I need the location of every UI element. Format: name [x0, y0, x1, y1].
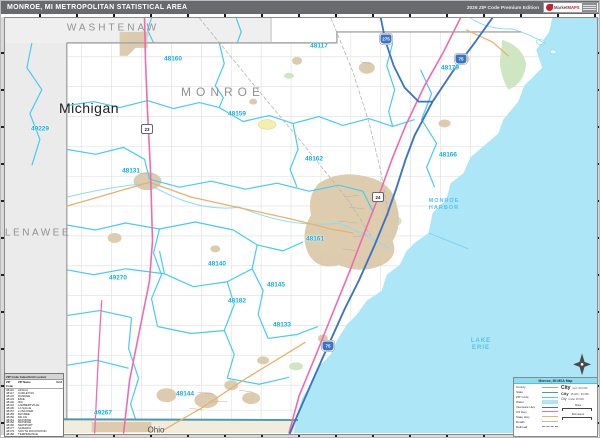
airport-area [257, 119, 277, 130]
roads-line-swatch [542, 421, 558, 423]
brand-name-primary: Market [554, 4, 568, 10]
brand-logo-icon [546, 4, 553, 11]
map-sheet: MONROE, MI METROPOLITAN STATISTICAL AREA… [0, 0, 600, 438]
zip-index-row: 49267OTTAWA LAKE [6, 436, 14, 437]
zip-index-col-code: ZIP Code [6, 380, 13, 388]
scale-bar-miles: Miles [561, 404, 595, 412]
map-canvas [4, 17, 598, 435]
us-hwy-line-swatch [542, 411, 558, 413]
scale-bar-kilometers: Kilometers [561, 413, 595, 421]
legend-panel: Monroe, MI MSA Map County State ZIP Code… [513, 377, 598, 437]
map-title: MONROE, MI METROPOLITAN STATISTICAL AREA [7, 4, 188, 11]
legend-item-rail: Railroad [516, 424, 558, 429]
shield-i75-north: 75 [454, 53, 468, 65]
state-line-swatch [542, 391, 558, 393]
header-bar: MONROE, MI METROPOLITAN STATISTICAL AREA… [1, 1, 599, 14]
county-line-swatch [542, 386, 558, 388]
state-hwy-line-swatch [542, 416, 558, 418]
brand-name-secondary: MAPS [567, 4, 580, 10]
shield-us24: 24 [372, 192, 384, 202]
water-swatch [542, 400, 558, 404]
zip-index-panel: ZIP Code Index/Grid Locator ZIP Code ZIP… [4, 373, 64, 437]
shield-us23: 23 [141, 124, 153, 134]
railroad-line-swatch [542, 426, 558, 428]
zip-line-swatch [542, 396, 558, 398]
shield-i275: 275 [379, 33, 393, 45]
interstate-line-swatch [542, 406, 558, 408]
edition-label: 2026 ZIP Code Premium Edition [466, 5, 539, 11]
zip-index-col-grid: Grid [56, 380, 62, 384]
shield-i75-south: 75 [321, 340, 335, 352]
brand-logo: MarketMAPS [543, 2, 599, 13]
legend-city-small: City under 25,000 [561, 397, 584, 401]
legend-city-samples: City over 100,000 City 25,000 - 99,999 Cit… [561, 385, 595, 429]
legend-line-samples: County State ZIP Code Water Interstate H… [516, 385, 558, 429]
zip-index-col-name: ZIP Name [18, 380, 31, 384]
brand-logo-sidebox [582, 3, 597, 12]
